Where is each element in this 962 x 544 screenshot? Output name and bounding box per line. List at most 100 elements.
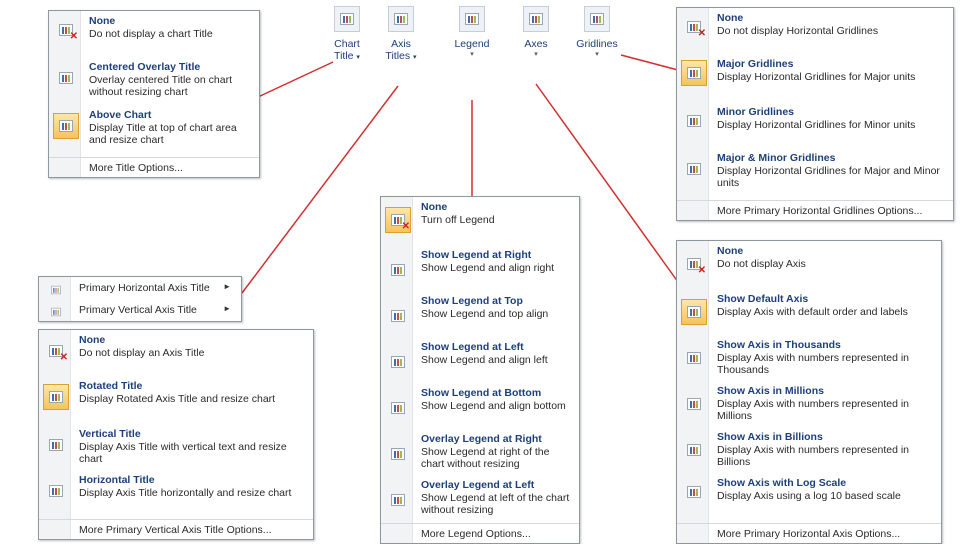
more-gridlines-options[interactable]: More Primary Horizontal Gridlines Option… <box>677 200 953 220</box>
rotated-title-item[interactable]: Rotated Title Display Rotated Axis Title… <box>39 380 313 426</box>
item-label: Primary Horizontal Axis Title <box>79 282 210 294</box>
legend-button[interactable]: Legend ▾ <box>452 6 492 58</box>
gridlines-icon <box>584 6 610 32</box>
vertical-title-item[interactable]: Vertical Title Display Axis Title with v… <box>39 428 313 474</box>
axes-menu: ✕ None Do not display Axis Show Default … <box>676 240 942 544</box>
item-desc: Do not display Horizontal Gridlines <box>717 25 879 37</box>
submenu-arrow-icon: ► <box>223 282 231 291</box>
more-axis-title-options[interactable]: More Primary Vertical Axis Title Options… <box>39 519 313 539</box>
gridlines-label: Gridlines <box>576 38 618 50</box>
more-axis-options[interactable]: More Primary Horizontal Axis Options... <box>677 523 941 543</box>
item-title: Show Axis with Log Scale <box>717 477 847 489</box>
axis-log-scale-item[interactable]: Show Axis with Log Scale Display Axis us… <box>677 477 941 517</box>
overlay-legend-left-icon <box>385 487 411 513</box>
overlay-title-icon <box>53 65 79 91</box>
above-chart-item[interactable]: Above Chart Display Title at top of char… <box>49 109 259 157</box>
axis-millions-item[interactable]: Show Axis in Millions Display Axis with … <box>677 385 941 431</box>
item-title: None <box>421 201 448 213</box>
legend-label: Legend <box>454 38 490 50</box>
item-title: Show Axis in Millions <box>717 385 824 397</box>
more-title-options[interactable]: More Title Options... <box>49 157 259 177</box>
item-title: Show Legend at Left <box>421 341 524 353</box>
major-gridlines-item[interactable]: Major Gridlines Display Horizontal Gridl… <box>677 58 953 98</box>
vertical-title-icon <box>43 432 69 458</box>
axis-titles-icon <box>388 6 414 32</box>
major-minor-gridlines-icon <box>681 156 707 182</box>
no-axis-icon: ✕ <box>681 251 707 277</box>
primary-vertical-axis-title-item[interactable]: Primary Vertical Axis Title ► <box>39 301 241 321</box>
item-desc: Overlay centered Title on chart without … <box>89 74 232 98</box>
item-title: Centered Overlay Title <box>89 61 201 73</box>
axis-thousands-item[interactable]: Show Axis in Thousands Display Axis with… <box>677 339 941 385</box>
minor-gridlines-icon <box>681 108 707 134</box>
legend-bottom-item[interactable]: Show Legend at Bottom Show Legend and al… <box>381 387 579 433</box>
default-axis-icon <box>681 299 707 325</box>
item-desc: Show Legend and align right <box>421 262 555 274</box>
item-title: None <box>79 334 106 346</box>
overlay-legend-right-item[interactable]: Overlay Legend at Right Show Legend at r… <box>381 433 579 479</box>
item-title: Vertical Title <box>79 428 141 440</box>
axis-billions-item[interactable]: Show Axis in Billions Display Axis with … <box>677 431 941 477</box>
chevron-down-icon: ▾ <box>470 51 474 58</box>
legend-bottom-icon <box>385 395 411 421</box>
chevron-down-icon: ▾ <box>534 51 538 58</box>
legend-left-item[interactable]: Show Legend at Left Show Legend and alig… <box>381 341 579 387</box>
item-desc: Show Legend at left of the chart without… <box>421 492 570 516</box>
item-title: Major Gridlines <box>717 58 794 70</box>
major-minor-gridlines-item[interactable]: Major & Minor Gridlines Display Horizont… <box>677 152 953 198</box>
item-title: Overlay Legend at Right <box>421 433 542 445</box>
axes-label: Axes <box>524 38 548 50</box>
item-desc: Display Axis with default order and labe… <box>717 306 908 318</box>
item-title: None <box>89 15 116 27</box>
axis-titles-label-2: Titles <box>385 50 411 62</box>
gridlines-button[interactable]: Gridlines ▾ <box>572 6 622 58</box>
legend-right-item[interactable]: Show Legend at Right Show Legend and ali… <box>381 249 579 295</box>
axis-none-item[interactable]: ✕ None Do not display Axis <box>677 245 941 285</box>
axis-titles-submenu: Primary Horizontal Axis Title ► Primary … <box>38 276 242 322</box>
minor-gridlines-item[interactable]: Minor Gridlines Display Horizontal Gridl… <box>677 106 953 146</box>
axes-button[interactable]: Axes ▾ <box>518 6 554 58</box>
no-gridlines-icon: ✕ <box>681 14 707 40</box>
more-legend-options[interactable]: More Legend Options... <box>381 523 579 543</box>
vertical-axis-title-icon <box>47 303 65 321</box>
axes-icon <box>523 6 549 32</box>
item-desc: Display Horizontal Gridlines for Major u… <box>717 71 916 83</box>
item-desc: Display Rotated Axis Title and resize ch… <box>79 393 276 405</box>
item-title: Rotated Title <box>79 380 143 392</box>
no-legend-icon: ✕ <box>385 207 411 233</box>
item-title: Above Chart <box>89 109 152 121</box>
connector-gridlines <box>620 54 679 71</box>
chart-title-button[interactable]: Chart Title ▾ <box>329 6 365 62</box>
item-desc: Show Legend and top align <box>421 308 549 320</box>
overlay-legend-left-item[interactable]: Overlay Legend at Left Show Legend at le… <box>381 479 579 525</box>
chart-title-none-item[interactable]: ✕ None Do not display a chart Title <box>49 15 259 57</box>
item-title: Show Axis in Thousands <box>717 339 841 351</box>
legend-top-item[interactable]: Show Legend at Top Show Legend and top a… <box>381 295 579 341</box>
legend-menu: ✕ None Turn off Legend Show Legend at Ri… <box>380 196 580 544</box>
item-desc: Show Legend at right of the chart withou… <box>421 446 550 470</box>
item-desc: Display Horizontal Gridlines for Minor u… <box>717 119 916 131</box>
item-title: Show Axis in Billions <box>717 431 823 443</box>
chart-title-label: Chart <box>334 38 360 50</box>
default-axis-item[interactable]: Show Default Axis Display Axis with defa… <box>677 293 941 339</box>
chevron-down-icon: ▾ <box>356 54 360 61</box>
horizontal-axis-title-icon <box>47 281 65 299</box>
item-desc: Do not display an Axis Title <box>79 347 205 359</box>
item-title: Horizontal Title <box>79 474 155 486</box>
axis-titles-button[interactable]: Axis Titles ▾ <box>384 6 418 62</box>
horizontal-title-item[interactable]: Horizontal Title Display Axis Title hori… <box>39 474 313 518</box>
item-desc: Display Axis with numbers represented in… <box>717 398 910 422</box>
connector-axis-titles <box>241 85 399 294</box>
legend-none-item[interactable]: ✕ None Turn off Legend <box>381 201 579 243</box>
more-label: More Primary Horizontal Gridlines Option… <box>717 205 923 217</box>
item-title: Show Default Axis <box>717 293 809 305</box>
item-title: Show Legend at Right <box>421 249 532 261</box>
axis-title-none-item[interactable]: ✕ None Do not display an Axis Title <box>39 334 313 376</box>
item-title: Show Legend at Bottom <box>421 387 542 399</box>
vertical-axis-title-menu: ✕ None Do not display an Axis Title Rota… <box>38 329 314 540</box>
centered-overlay-title-item[interactable]: Centered Overlay Title Overlay centered … <box>49 61 259 109</box>
primary-horizontal-axis-title-item[interactable]: Primary Horizontal Axis Title ► <box>39 279 241 299</box>
more-label: More Title Options... <box>89 162 183 174</box>
gridlines-none-item[interactable]: ✕ None Do not display Horizontal Gridlin… <box>677 12 953 52</box>
item-desc: Display Title at top of chart area and r… <box>89 122 237 146</box>
